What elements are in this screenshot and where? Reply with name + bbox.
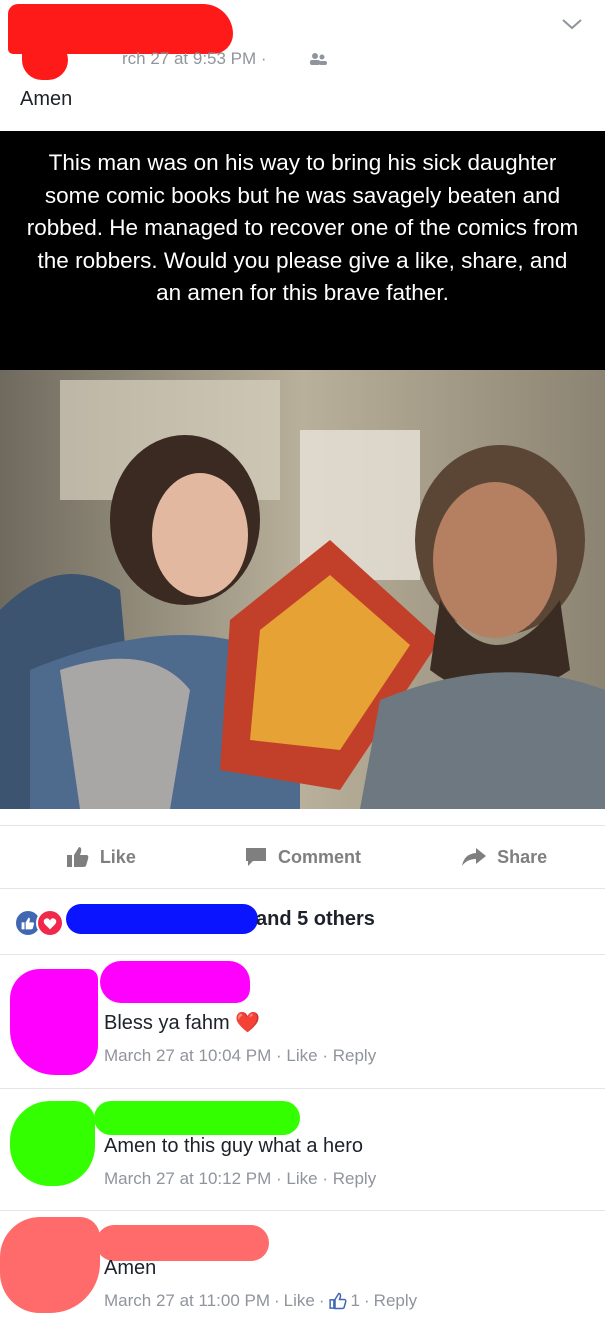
redacted-commenter-avatar <box>0 1217 100 1313</box>
comment-likes-count[interactable]: 1 <box>351 1291 360 1311</box>
action-bar: Like Comment Share <box>0 825 605 889</box>
share-label: Share <box>497 846 548 867</box>
like-label: Like <box>99 846 136 867</box>
comment-like-link[interactable]: Like <box>286 1169 317 1188</box>
redacted-commenter-avatar <box>10 969 98 1075</box>
comment-2: Amen to this guy what a hero March 27 at… <box>0 1089 605 1211</box>
friends-icon <box>308 52 328 66</box>
post-image[interactable]: This man was on his way to bring his sic… <box>0 131 605 809</box>
love-reaction-icon <box>36 909 64 937</box>
comment-text: Amen to this guy what a hero <box>104 1135 364 1157</box>
comment-time[interactable]: March 27 at 10:12 PM <box>104 1169 271 1188</box>
comment-reply-link[interactable]: Reply <box>333 1169 376 1188</box>
comment-text: Bless ya fahm ❤️ <box>104 1012 261 1034</box>
comment-text: Amen <box>104 1257 157 1279</box>
share-arrow-icon <box>462 848 487 866</box>
comment-1: Bless ya fahm ❤️ March 27 at 10:04 PM · … <box>0 955 605 1089</box>
comment-icon <box>246 848 266 866</box>
redacted-commenter-name <box>94 1101 300 1135</box>
comment-time[interactable]: March 27 at 10:04 PM <box>104 1046 271 1065</box>
comment-reply-link[interactable]: Reply <box>333 1046 376 1065</box>
comment-meta: March 27 at 10:12 PM · Like · Reply <box>104 1169 377 1188</box>
comment-button[interactable]: Comment <box>202 846 404 868</box>
comment-time[interactable]: March 27 at 11:00 PM <box>104 1291 270 1311</box>
image-caption: This man was on his way to bring his sic… <box>0 131 605 370</box>
thumbs-up-icon <box>66 847 89 867</box>
comment-like-link[interactable]: Like <box>284 1291 315 1311</box>
heart-emoji: ❤️ <box>235 1012 261 1034</box>
redacted-commenter-name <box>100 961 250 1003</box>
comment-meta: March 27 at 10:04 PM · Like · Reply <box>104 1046 377 1065</box>
reactions-row[interactable]: and 5 others <box>0 888 605 955</box>
like-button[interactable]: Like <box>0 846 202 868</box>
share-button[interactable]: Share <box>403 847 605 868</box>
redacted-commenter-name <box>96 1225 269 1261</box>
redacted-avatar-scribble <box>22 40 68 80</box>
photo <box>0 370 605 809</box>
chevron-down-icon[interactable] <box>560 16 584 32</box>
comment-3: Amen March 27 at 11:00 PM · Like · 1 · R… <box>0 1211 605 1323</box>
comment-label: Comment <box>278 846 362 867</box>
post-text: Amen <box>20 88 73 110</box>
comment-like-link[interactable]: Like <box>286 1046 317 1065</box>
post-timestamp[interactable]: rch 27 at 9:53 PM · <box>122 49 267 69</box>
comment-meta: March 27 at 11:00 PM · Like · 1 · Reply <box>104 1291 418 1311</box>
comment-reply-link[interactable]: Reply <box>374 1291 417 1311</box>
redacted-commenter-avatar <box>10 1101 95 1186</box>
redacted-reactors-scribble <box>66 904 258 934</box>
reactions-summary: and 5 others <box>256 908 375 930</box>
thumbs-up-outline-icon <box>328 1292 347 1310</box>
